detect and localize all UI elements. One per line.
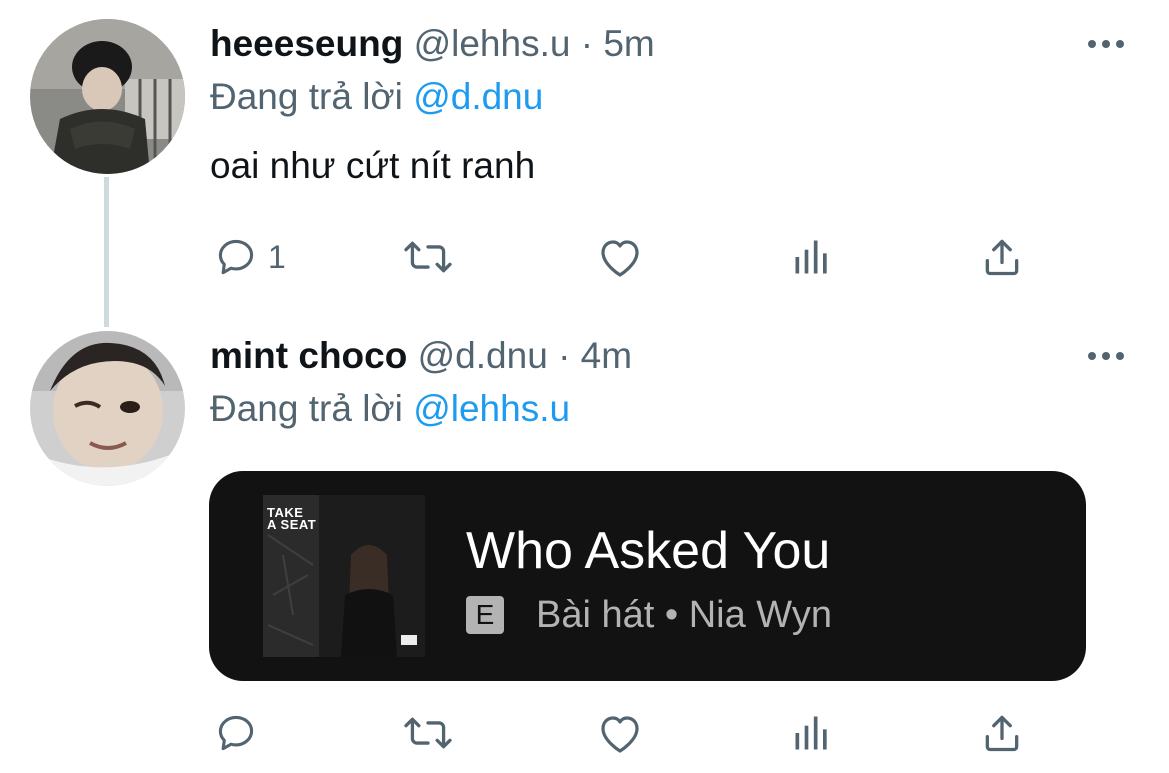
- like-icon: [601, 240, 639, 277]
- display-name[interactable]: heeeseung: [210, 23, 403, 64]
- timestamp[interactable]: 4m: [581, 335, 632, 376]
- retweet-icon: [404, 241, 452, 273]
- share-icon: [985, 239, 1019, 276]
- reply-button[interactable]: [214, 708, 268, 758]
- share-icon: [985, 715, 1019, 752]
- tweet-actions: [210, 708, 1040, 758]
- like-button[interactable]: [596, 708, 644, 758]
- like-icon: [601, 716, 639, 753]
- song-title[interactable]: Who Asked You: [466, 521, 830, 581]
- avatar[interactable]: [30, 331, 185, 486]
- tweet-text: oai như cứt nít ranh: [210, 145, 536, 186]
- mention-link[interactable]: @lehhs.u: [413, 388, 570, 429]
- thread-line: [104, 177, 109, 327]
- analytics-icon: [795, 716, 827, 750]
- replying-to: Đang trả lời @d.dnu: [210, 75, 543, 119]
- analytics-button[interactable]: [790, 232, 834, 282]
- more-icon: [1088, 40, 1124, 48]
- song-meta: E Bài hát • Nia Wyn: [466, 593, 832, 637]
- avatar[interactable]: [30, 19, 185, 174]
- explicit-badge: E: [466, 596, 504, 634]
- reply-icon: [218, 715, 254, 751]
- reply-icon: [218, 239, 254, 275]
- tweet-actions: 1: [210, 232, 1040, 282]
- tweet-header: heeeseung @lehhs.u · 5m: [210, 22, 655, 66]
- more-icon: [1088, 352, 1124, 360]
- display-name[interactable]: mint choco: [210, 335, 407, 376]
- album-cover-text: TAKE A SEAT: [267, 505, 317, 532]
- separator: ·: [580, 23, 594, 64]
- like-button[interactable]: [596, 232, 644, 282]
- share-button[interactable]: [980, 232, 1024, 282]
- analytics-icon: [795, 240, 827, 274]
- retweet-icon: [404, 717, 452, 749]
- separator: ·: [558, 335, 571, 376]
- more-options-button[interactable]: [1086, 34, 1126, 54]
- share-button[interactable]: [980, 708, 1024, 758]
- reply-count: 1: [268, 238, 286, 275]
- user-handle[interactable]: @d.dnu: [418, 335, 548, 376]
- replying-to: Đang trả lời @lehhs.u: [210, 387, 570, 431]
- timestamp[interactable]: 5m: [603, 23, 654, 64]
- retweet-button[interactable]: [400, 708, 456, 758]
- reply-button[interactable]: 1: [214, 232, 286, 282]
- tweet-header: mint choco @d.dnu · 4m: [210, 334, 632, 378]
- retweet-button[interactable]: [400, 232, 456, 282]
- album-cover: TAKE A SEAT: [263, 495, 425, 657]
- user-handle[interactable]: @lehhs.u: [414, 23, 571, 64]
- more-options-button[interactable]: [1086, 346, 1126, 366]
- spotify-song-card[interactable]: TAKE A SEAT Who Asked You E Bài hát • Ni…: [209, 471, 1086, 681]
- replying-to-label: Đang trả lời: [210, 388, 403, 429]
- mention-link[interactable]: @d.dnu: [413, 76, 543, 117]
- song-meta-text: Bài hát • Nia Wyn: [536, 593, 832, 636]
- replying-to-label: Đang trả lời: [210, 76, 403, 117]
- analytics-button[interactable]: [790, 708, 834, 758]
